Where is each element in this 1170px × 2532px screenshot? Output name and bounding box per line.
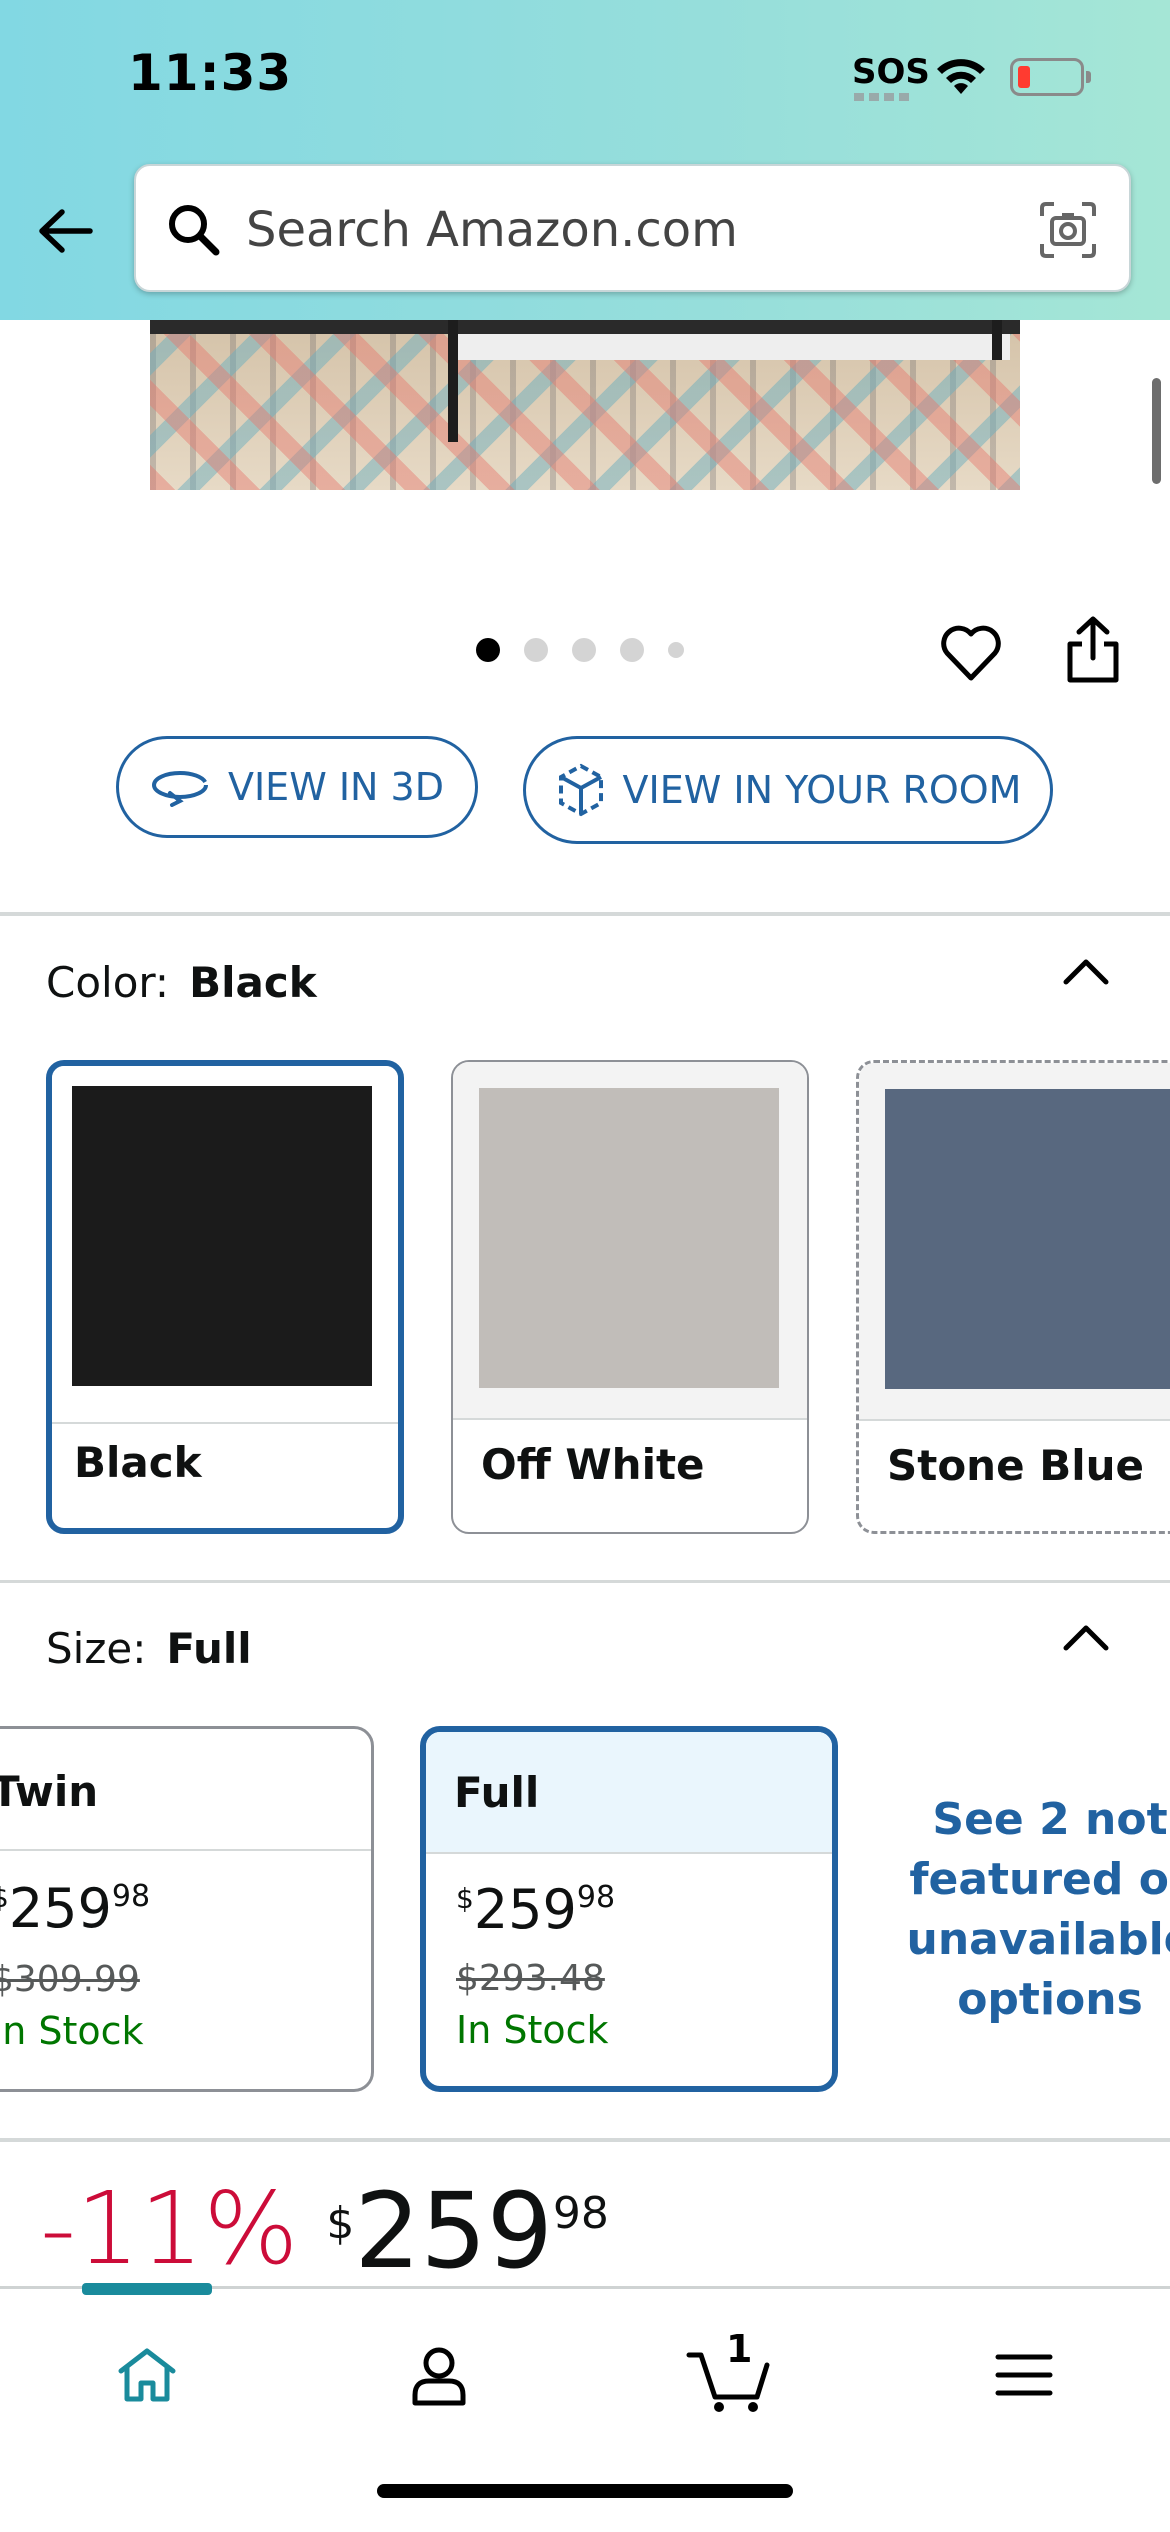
home-indicator[interactable] <box>377 2484 793 2498</box>
swatch-label: Stone Blue <box>887 1441 1144 1490</box>
view-in-3d-button[interactable]: VIEW IN 3D <box>116 736 478 838</box>
active-tab-indicator <box>82 2283 212 2295</box>
view-in-your-room-button[interactable]: VIEW IN YOUR ROOM <box>523 736 1053 844</box>
size-label: Size: <box>46 1624 147 1673</box>
size-was-price: $309.99 <box>0 1959 140 2000</box>
carousel-dot[interactable] <box>572 638 596 662</box>
wifi-icon <box>937 59 985 94</box>
price-cents: 98 <box>552 2188 609 2239</box>
price-whole: 259 <box>354 2170 553 2292</box>
person-icon <box>412 2347 466 2406</box>
color-swatch-stone-blue[interactable]: Stone Blue <box>856 1060 1170 1534</box>
size-option-full[interactable]: Full $25998 $293.48 In Stock <box>420 1726 838 2092</box>
discount-percent: -11% <box>40 2170 299 2287</box>
nav-menu[interactable] <box>974 2325 1074 2425</box>
selected-size: Full <box>166 1624 252 1673</box>
status-time: 11:33 <box>128 44 293 102</box>
price-currency: $ <box>326 2198 355 2249</box>
view-in-your-room-label: VIEW IN YOUR ROOM <box>622 768 1022 812</box>
carousel-dot[interactable] <box>524 638 548 662</box>
product-image[interactable] <box>150 320 1020 490</box>
search-bar[interactable] <box>134 164 1131 292</box>
share-icon[interactable] <box>1062 614 1124 686</box>
sos-indicator: SOS <box>852 52 930 92</box>
section-divider <box>0 912 1170 916</box>
rotate-3d-icon <box>151 771 208 807</box>
collapse-color-chevron-icon[interactable] <box>1058 950 1114 990</box>
camera-search-icon[interactable] <box>1036 198 1100 262</box>
color-swatch-black[interactable]: Black <box>46 1060 404 1534</box>
menu-icon <box>995 2354 1053 2396</box>
swatch-label: Off White <box>481 1440 705 1489</box>
color-sample <box>72 1086 372 1386</box>
color-sample <box>479 1088 779 1388</box>
top-header: 11:33 SOS <box>0 0 1170 320</box>
size-stock-status: In Stock <box>0 2009 144 2053</box>
size-option-twin[interactable]: Twin $25998 $309.99 In Stock <box>0 1726 374 2092</box>
size-stock-status: In Stock <box>456 2008 609 2052</box>
section-divider <box>0 1580 1170 1583</box>
size-section-title: Size: Full <box>46 1624 252 1673</box>
home-icon <box>118 2348 176 2402</box>
color-section-title: Color: Black <box>46 958 317 1007</box>
carousel-dot[interactable] <box>668 642 684 658</box>
nav-home[interactable] <box>97 2325 197 2425</box>
size-name: Twin <box>0 1767 99 1816</box>
carousel-dot[interactable] <box>620 638 644 662</box>
size-was-price: $293.48 <box>456 1958 605 1999</box>
nav-account[interactable] <box>389 2325 489 2425</box>
main-price: -11% $ 259 98 <box>40 2170 609 2292</box>
search-icon <box>169 205 220 256</box>
cellular-dots <box>854 93 914 101</box>
color-swatch-off-white[interactable]: Off White <box>451 1060 809 1534</box>
color-label: Color: <box>46 958 170 1007</box>
nav-cart[interactable]: 1 <box>680 2325 780 2425</box>
collapse-size-chevron-icon[interactable] <box>1058 1616 1114 1656</box>
section-divider <box>0 2138 1170 2142</box>
see-unavailable-options-link[interactable]: See 2 not featured or unavailable option… <box>900 1790 1170 2030</box>
scrollbar[interactable] <box>1152 378 1161 484</box>
size-price: $25998 <box>0 1877 151 1940</box>
back-arrow-icon <box>39 209 93 253</box>
cart-count: 1 <box>726 2327 753 2371</box>
back-button[interactable] <box>32 196 96 266</box>
size-name: Full <box>454 1768 540 1817</box>
search-input[interactable] <box>246 186 1046 274</box>
selected-color: Black <box>189 958 317 1007</box>
view-in-3d-label: VIEW IN 3D <box>227 765 444 809</box>
carousel-dot[interactable] <box>476 638 500 662</box>
swatch-label: Black <box>74 1438 202 1487</box>
size-price: $25998 <box>456 1878 616 1941</box>
image-carousel-dots <box>476 636 684 664</box>
heart-icon[interactable] <box>938 620 1004 686</box>
color-sample <box>885 1089 1170 1389</box>
battery-icon <box>1010 58 1091 96</box>
ar-cube-icon <box>558 763 603 817</box>
